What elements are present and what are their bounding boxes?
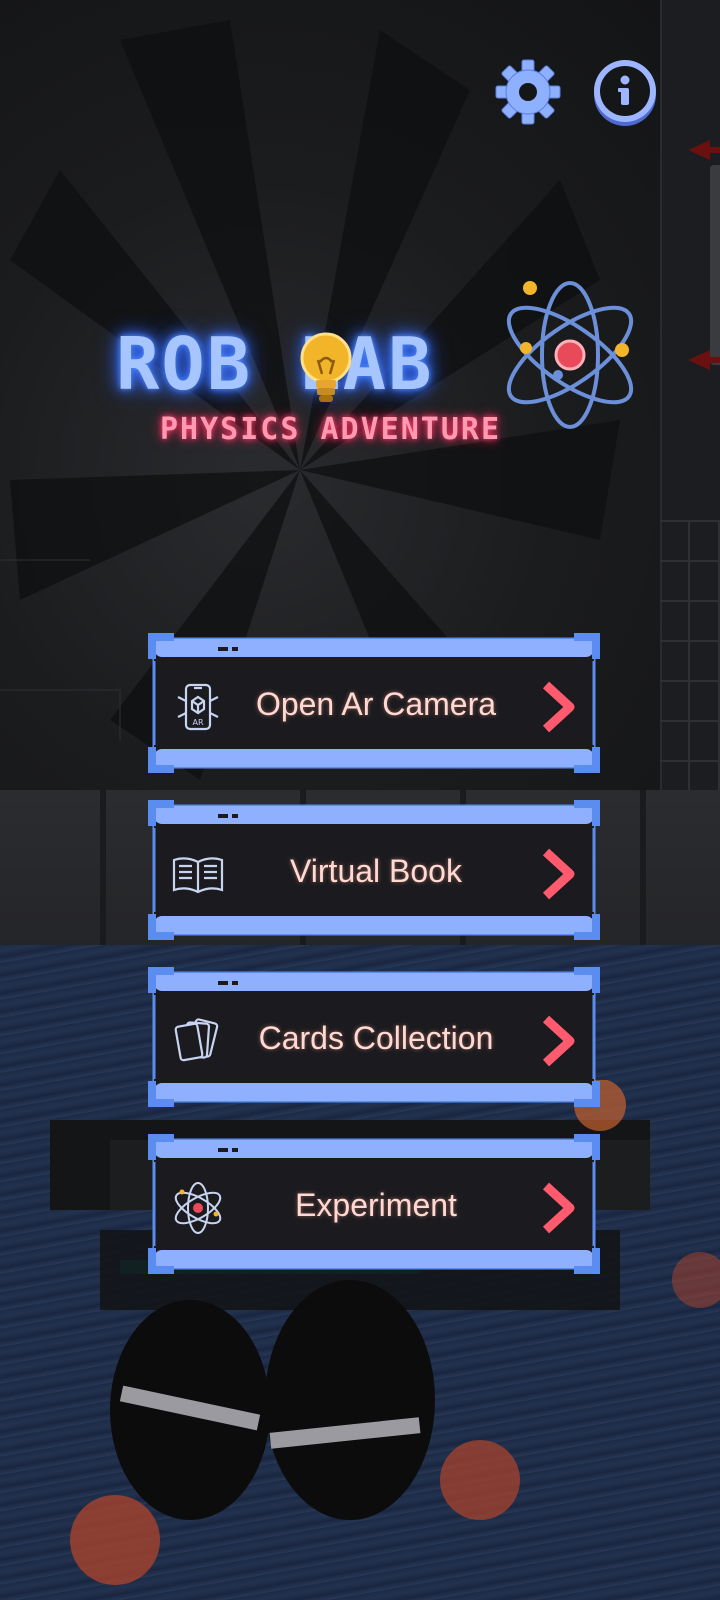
virtual-book-label: Virtual Book <box>290 853 462 889</box>
wall-seam <box>100 790 106 950</box>
chevron-right-icon <box>542 1015 575 1067</box>
app-logo: ROB LAB PHYSICS ADVENTURE <box>100 270 660 470</box>
info-icon <box>594 60 656 126</box>
open-ar-camera-label: Open Ar Camera <box>255 686 497 722</box>
experiment-label: Experiment <box>295 1187 457 1223</box>
wall-seam <box>640 790 646 950</box>
lightbulb-icon <box>300 332 352 402</box>
background-arrow-marker <box>688 350 720 370</box>
chevron-right-icon <box>542 681 575 733</box>
ar-phone-icon: AR <box>177 683 219 731</box>
gear-icon <box>495 59 561 125</box>
info-button[interactable] <box>590 58 660 128</box>
book-icon <box>172 857 224 894</box>
cards-collection-button[interactable]: Cards Collection <box>148 967 600 1107</box>
atom-logo-icon <box>506 281 634 429</box>
settings-button[interactable] <box>494 58 562 126</box>
background-arrow-marker <box>688 140 720 160</box>
cards-icon <box>174 1018 219 1062</box>
open-ar-camera-button[interactable]: AR Open Ar Camera <box>148 633 600 773</box>
atom-icon <box>174 1182 222 1234</box>
experiment-button[interactable]: Experiment <box>148 1134 600 1274</box>
virtual-book-button[interactable]: Virtual Book <box>148 800 600 940</box>
cards-collection-label: Cards Collection <box>258 1020 494 1056</box>
app-title: ROB LAB <box>116 322 434 406</box>
background-grid-panel <box>660 520 720 800</box>
app-subtitle: PHYSICS ADVENTURE <box>160 412 502 447</box>
svg-text:AR: AR <box>192 718 203 727</box>
chevron-right-icon <box>542 1182 575 1234</box>
background-side-rail <box>710 165 720 365</box>
chevron-right-icon <box>542 848 575 900</box>
